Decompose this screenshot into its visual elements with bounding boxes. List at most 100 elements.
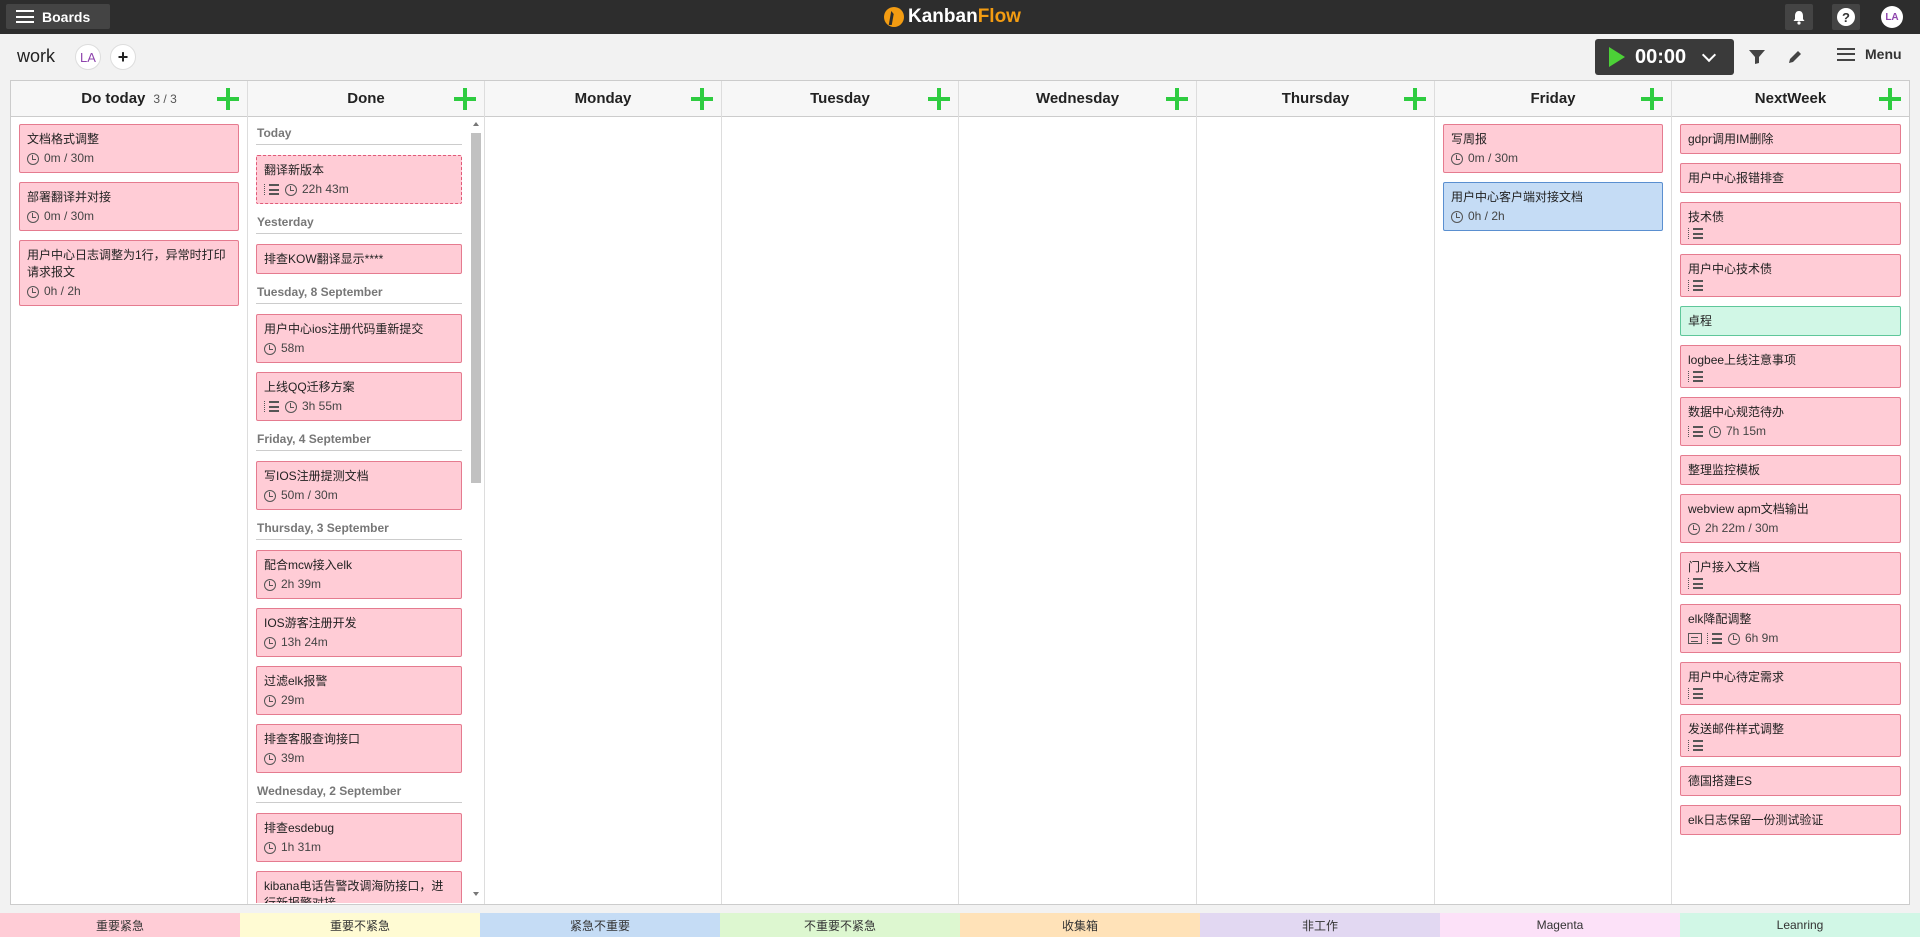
column-title: Monday <box>574 90 632 107</box>
subtasks-icon <box>1707 633 1723 644</box>
task-card[interactable]: 用户中心日志调整为1行，异常时打印请求报文 0h / 2h <box>19 240 239 306</box>
subtasks-icon <box>1688 426 1704 437</box>
task-card[interactable]: 用户中心ios注册代码重新提交 58m <box>256 314 462 363</box>
scrollbar[interactable] <box>471 119 481 899</box>
task-title: 数据中心规范待办 <box>1688 405 1785 419</box>
column-done: Done Today 翻译新版本 22h 43m Yesterday 排查KOW… <box>248 81 485 904</box>
task-card[interactable]: 写周报 0m / 30m <box>1443 124 1663 173</box>
help-button[interactable]: ? <box>1832 4 1860 30</box>
task-card[interactable]: 写IOS注册提测文档 50m / 30m <box>256 461 462 510</box>
task-time: 50m / 30m <box>281 488 338 502</box>
board-member-avatar[interactable]: LA <box>75 44 101 70</box>
task-title: 发送邮件样式调整 <box>1688 722 1785 736</box>
column-body <box>722 117 958 903</box>
task-card[interactable]: 过滤elk报警 29m <box>256 666 462 715</box>
task-card[interactable]: 数据中心规范待办 7h 15m <box>1680 397 1901 446</box>
legend-item[interactable]: Magenta <box>1440 913 1680 937</box>
task-title: elk日志保留一份测试验证 <box>1688 813 1824 827</box>
add-task-icon[interactable] <box>1166 88 1188 110</box>
task-title: 翻译新版本 <box>264 163 325 177</box>
task-card[interactable]: 用户中心客户端对接文档 0h / 2h <box>1443 182 1663 231</box>
task-title: 整理监控模板 <box>1688 463 1761 477</box>
add-member-button[interactable]: + <box>110 44 136 70</box>
legend-item[interactable]: 非工作 <box>1200 913 1440 937</box>
pencil-icon <box>1789 51 1801 63</box>
task-card[interactable]: gdpr调用IM删除 <box>1680 124 1901 154</box>
day-group-label: Wednesday, 2 September <box>256 782 462 803</box>
task-title: 用户中心日志调整为1行，异常时打印请求报文 <box>27 248 226 279</box>
add-task-icon[interactable] <box>691 88 713 110</box>
board-title[interactable]: work <box>17 46 55 67</box>
notifications-button[interactable] <box>1785 4 1813 30</box>
column-body: 文档格式调整 0m / 30m 部署翻译并对接 0m / 30m 用户中心日志调… <box>11 117 247 903</box>
column-friday: Friday 写周报 0m / 30m 用户中心客户端对接文档 0h / 2h <box>1435 81 1672 904</box>
scrollbar-thumb[interactable] <box>471 133 481 483</box>
task-card[interactable]: 翻译新版本 22h 43m <box>256 155 462 204</box>
add-task-icon[interactable] <box>928 88 950 110</box>
legend-item[interactable]: Leanring <box>1680 913 1920 937</box>
scroll-down-icon[interactable] <box>473 892 479 896</box>
add-task-icon[interactable] <box>1404 88 1426 110</box>
task-card[interactable]: kibana电话告警改调海防接口，进行新报警对接 <box>256 871 462 903</box>
task-card[interactable]: 上线QQ迁移方案 3h 55m <box>256 372 462 421</box>
add-task-icon[interactable] <box>217 88 239 110</box>
timer-button[interactable]: 00:00 <box>1595 39 1734 75</box>
task-title: 配合mcw接入elk <box>264 558 353 572</box>
task-card[interactable]: elk降配调整 6h 9m <box>1680 604 1901 653</box>
task-card[interactable]: 技术债 <box>1680 202 1901 245</box>
task-card[interactable]: IOS游客注册开发 13h 24m <box>256 608 462 657</box>
menu-button[interactable]: Menu <box>1837 46 1902 62</box>
add-task-icon[interactable] <box>1641 88 1663 110</box>
subtasks-icon <box>1688 280 1704 291</box>
task-card[interactable]: 配合mcw接入elk 2h 39m <box>256 550 462 599</box>
task-title: 技术债 <box>1688 210 1725 224</box>
task-card[interactable]: 卓程 <box>1680 306 1901 336</box>
task-title: 用户中心报错排查 <box>1688 171 1785 185</box>
column-do-today: Do today 3 / 3 文档格式调整 0m / 30m 部署翻译并对接 0… <box>11 81 248 904</box>
task-time: 22h 43m <box>302 182 349 196</box>
play-icon <box>1609 47 1625 67</box>
legend-item[interactable]: 紧急不重要 <box>480 913 720 937</box>
task-card[interactable]: 用户中心技术债 <box>1680 254 1901 297</box>
task-time: 0m / 30m <box>1468 151 1519 165</box>
task-card[interactable]: 门户接入文档 <box>1680 552 1901 595</box>
add-task-icon[interactable] <box>1879 88 1901 110</box>
clock-icon <box>27 210 39 223</box>
scroll-up-icon[interactable] <box>473 122 479 126</box>
logo-text-flow: Flow <box>977 6 1021 27</box>
app-logo[interactable]: Kanban Flow <box>884 5 1021 29</box>
filter-icon <box>1749 50 1765 64</box>
column-header: Friday <box>1435 81 1671 117</box>
legend-item[interactable]: 重要不紧急 <box>240 913 480 937</box>
clock-icon <box>27 285 39 298</box>
task-card[interactable]: 德国搭建ES <box>1680 766 1901 796</box>
add-task-icon[interactable] <box>454 88 476 110</box>
task-card[interactable]: 文档格式调整 0m / 30m <box>19 124 239 173</box>
legend-item[interactable]: 重要紧急 <box>0 913 240 937</box>
task-card[interactable]: 排查KOW翻译显示**** <box>256 244 462 274</box>
filter-button[interactable] <box>1746 46 1768 68</box>
boards-button[interactable]: Boards <box>6 4 110 29</box>
task-card[interactable]: 用户中心报错排查 <box>1680 163 1901 193</box>
task-title: IOS游客注册开发 <box>264 616 357 630</box>
task-time: 2h 39m <box>281 577 322 591</box>
task-card[interactable]: logbee上线注意事项 <box>1680 345 1901 388</box>
task-card[interactable]: 发送邮件样式调整 <box>1680 714 1901 757</box>
description-icon <box>1688 633 1702 644</box>
clock-icon <box>285 400 297 413</box>
task-card[interactable]: 部署翻译并对接 0m / 30m <box>19 182 239 231</box>
task-title: 部署翻译并对接 <box>27 190 112 204</box>
legend-item[interactable]: 不重要不紧急 <box>720 913 960 937</box>
edit-button[interactable] <box>1784 46 1806 68</box>
task-card[interactable]: webview apm文档输出 2h 22m / 30m <box>1680 494 1901 543</box>
task-card[interactable]: elk日志保留一份测试验证 <box>1680 805 1901 835</box>
clock-icon <box>285 183 297 196</box>
task-card[interactable]: 整理监控模板 <box>1680 455 1901 485</box>
user-avatar[interactable]: LA <box>1881 6 1903 28</box>
legend-item[interactable]: 收集箱 <box>960 913 1200 937</box>
task-time: 6h 9m <box>1745 631 1779 645</box>
task-card[interactable]: 用户中心待定需求 <box>1680 662 1901 705</box>
task-card[interactable]: 排查esdebug 1h 31m <box>256 813 462 862</box>
task-card[interactable]: 排查客服查询接口 39m <box>256 724 462 773</box>
clock-icon <box>264 489 276 502</box>
